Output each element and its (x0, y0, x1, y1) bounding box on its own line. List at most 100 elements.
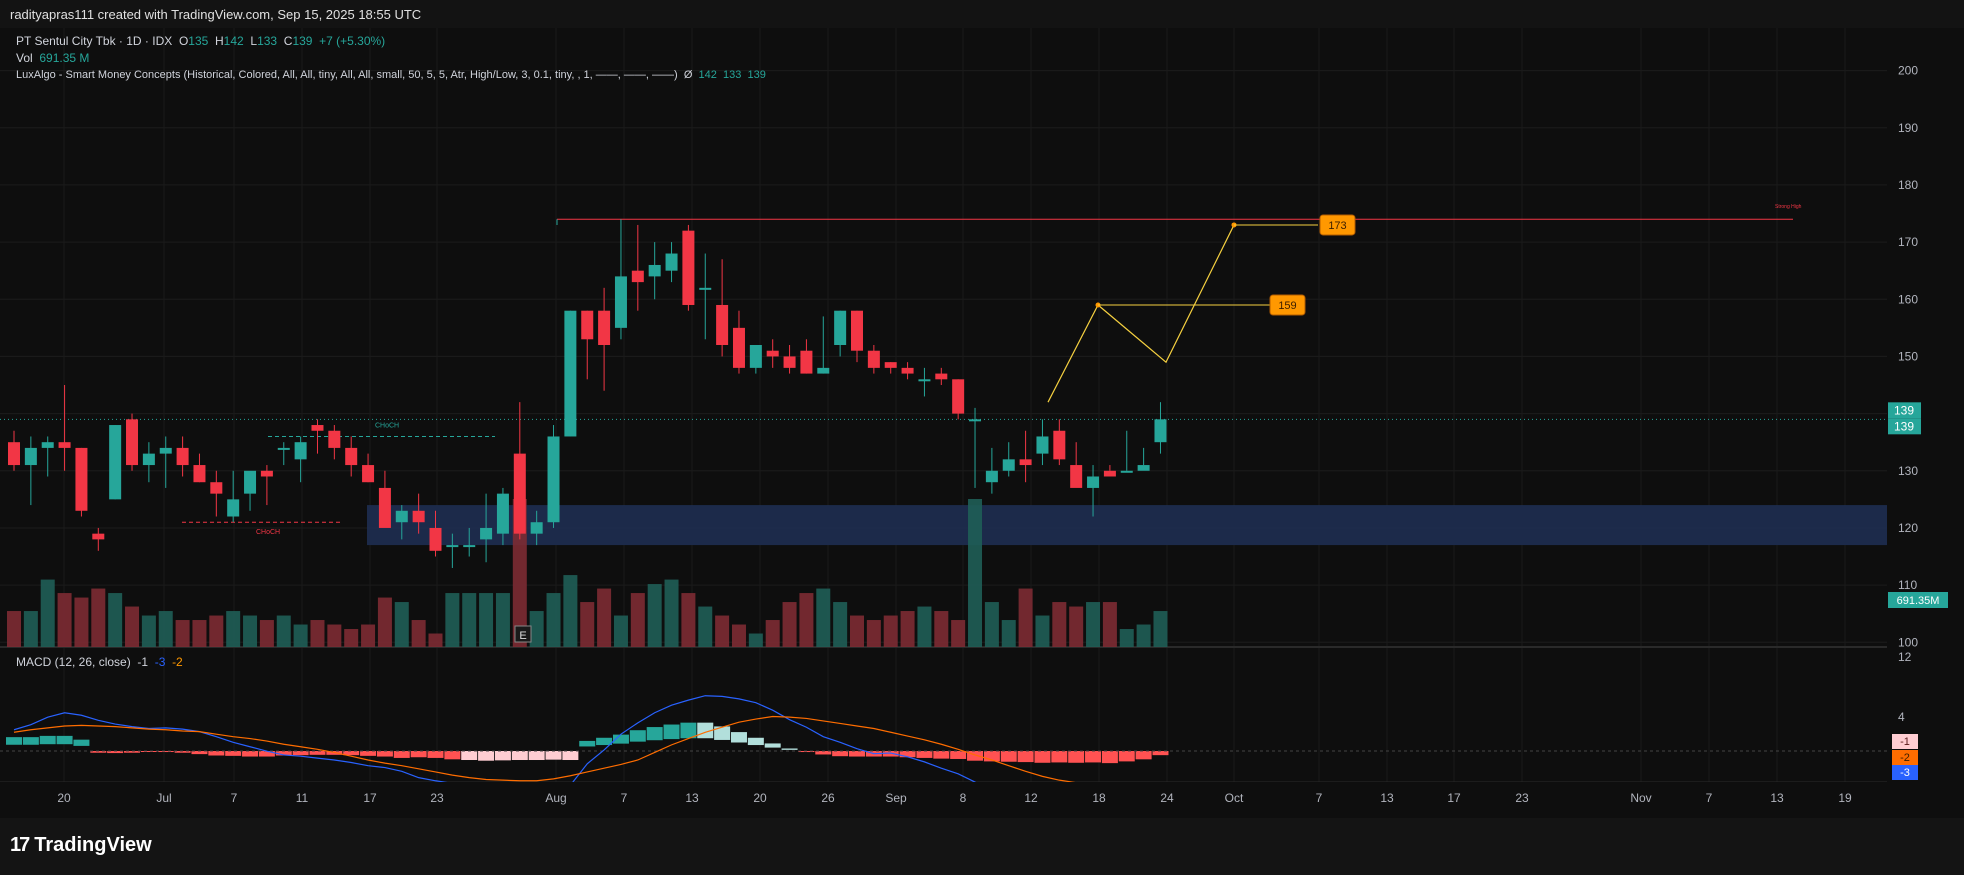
macd-histogram-bar (427, 751, 444, 758)
candle-body (463, 545, 476, 548)
macd-histogram-bar (376, 751, 393, 757)
price-axis-tick: 160 (1898, 292, 1918, 306)
macd-histogram-bar (393, 751, 410, 758)
candle-body (159, 447, 172, 454)
last-price-value: 139 (1894, 419, 1914, 433)
candle-body (901, 367, 914, 374)
macd-axis-value: -2 (1900, 752, 1910, 764)
candle-body (227, 499, 240, 517)
tradingview-logo[interactable]: 17 TradingView (10, 834, 152, 857)
volume-bar (1102, 602, 1117, 647)
volume-bar (276, 615, 291, 647)
volume-bar (377, 597, 392, 647)
macd-histogram-bar (730, 732, 747, 743)
candle-body (412, 510, 425, 523)
volume-axis-value: 691.35M (1897, 595, 1940, 607)
candle-body (446, 545, 459, 548)
macd-histogram-bar (815, 751, 832, 755)
header-bar: radityapras111 created with TradingView.… (0, 0, 1964, 29)
volume-bar (563, 575, 578, 647)
volume-bar (1119, 629, 1134, 647)
candle-body (109, 425, 122, 500)
volume-bar (597, 588, 612, 647)
volume-value: 691.35 M (39, 51, 90, 65)
choch-up-label: CHoCH (375, 422, 399, 429)
volume-bar (57, 593, 72, 647)
volume-bar (479, 593, 494, 647)
macd-histogram-bar (916, 751, 933, 758)
volume-legend: Vol 691.35 M (16, 51, 89, 65)
candle-body (817, 367, 830, 374)
choch-down-label: CHoCH (256, 529, 280, 536)
time-axis-tick: Aug (545, 791, 566, 805)
time-axis-bg (0, 782, 1964, 818)
volume-bar (108, 593, 123, 647)
macd-histogram-bar (528, 751, 545, 761)
time-axis-tick: 23 (430, 791, 444, 805)
time-axis-tick: 18 (1092, 791, 1106, 805)
time-axis-tick: Jul (156, 791, 171, 805)
candle-body (547, 436, 560, 523)
volume-bar (495, 593, 510, 647)
candle-body (126, 419, 139, 466)
time-axis-tick: Nov (1630, 791, 1651, 805)
macd-histogram-bar (579, 740, 596, 747)
candle-body (1053, 430, 1066, 460)
close-value: 139 (292, 34, 313, 48)
symbol-name: PT Sentul City Tbk · 1D · IDX (16, 34, 173, 48)
macd-histogram-bar (478, 751, 495, 761)
macd-axis-tick: 4 (1898, 710, 1905, 724)
volume-bar (344, 629, 359, 647)
candle-body (1087, 476, 1100, 488)
chart-area[interactable]: Strong High CHoCH CHoCH 173 159 E 100 110 120 130… (0, 28, 1964, 818)
macd-histogram-bar (410, 751, 427, 758)
projection-path (1047, 224, 1235, 403)
candle-body (311, 425, 324, 431)
time-axis-tick: Sep (885, 791, 907, 805)
candle-body (1019, 459, 1032, 466)
volume-bar (850, 615, 864, 647)
macd-legend: MACD (12, 26, close) -1 -3 -2 (16, 655, 183, 669)
volume-bar (765, 620, 780, 647)
volume-bar (546, 593, 561, 647)
time-axis-tick: 7 (231, 791, 238, 805)
candle-body (918, 379, 931, 382)
candle-body (260, 470, 273, 477)
volume-bar (462, 593, 477, 647)
time-axis-tick: 23 (1515, 791, 1529, 805)
time-axis-tick: Oct (1225, 791, 1244, 805)
volume-bar (731, 624, 746, 647)
indicator-value-1: 142 (698, 69, 717, 81)
candle-body (244, 470, 257, 494)
volume-bar (984, 602, 999, 647)
macd-axis-value: -3 (1900, 767, 1910, 779)
candle-body (749, 345, 762, 368)
volume-bar (934, 611, 949, 647)
indicator-value-2: 133 (722, 69, 742, 81)
time-axis-tick: 7 (1316, 791, 1323, 805)
macd-histogram-bar (629, 730, 646, 742)
volume-bar (23, 611, 38, 647)
candle-body (851, 310, 863, 351)
candle-body (884, 362, 897, 368)
candle-body (665, 253, 678, 271)
candle-body (142, 453, 155, 466)
price-chart[interactable]: Strong High CHoCH CHoCH 173 159 E 100 110 120 130… (0, 28, 1964, 818)
tradingview-brand: TradingView (34, 834, 152, 856)
macd-histogram-bar (309, 751, 326, 755)
volume-bar (74, 597, 89, 647)
candle-body (564, 310, 577, 437)
macd-histogram-bar (663, 724, 680, 740)
candle-body (345, 447, 358, 466)
volume-bar (698, 606, 713, 647)
macd-axis-value: -1 (1900, 736, 1910, 748)
candle-body (58, 442, 71, 448)
time-axis-tick: 19 (1838, 791, 1852, 805)
volume-label: Vol (16, 51, 33, 65)
candle-body (800, 350, 813, 374)
candle-body (530, 522, 543, 534)
macd-value-2: -3 (154, 655, 166, 669)
candle-body (1120, 470, 1133, 473)
volume-bar (816, 588, 831, 647)
candle-body (480, 527, 493, 540)
